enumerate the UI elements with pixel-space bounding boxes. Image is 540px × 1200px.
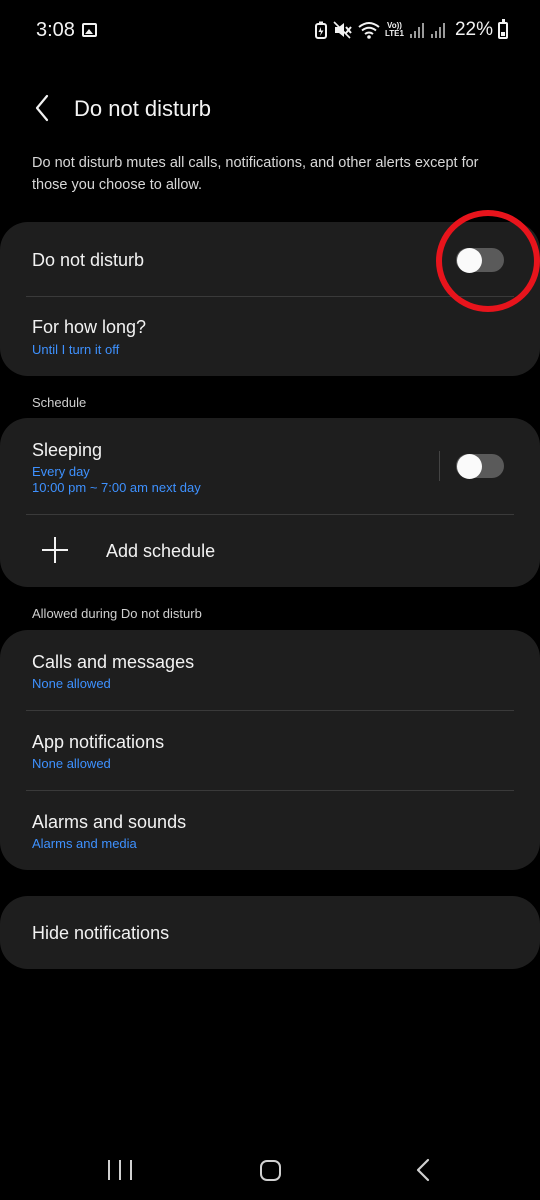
alarms-sounds-value: Alarms and media xyxy=(32,836,137,851)
calls-messages-value: None allowed xyxy=(32,676,111,691)
chevron-left-icon xyxy=(35,94,49,122)
recents-button[interactable] xyxy=(108,1160,132,1180)
description-text: Do not disturb mutes all calls, notifica… xyxy=(32,155,479,193)
dnd-toggle[interactable] xyxy=(456,247,504,273)
schedule-section-label: Schedule xyxy=(32,395,87,410)
signal-icon xyxy=(430,23,445,38)
calls-messages-label: Calls and messages xyxy=(32,652,195,672)
recents-icon xyxy=(108,1160,110,1180)
app-notifications-label: App notifications xyxy=(32,732,165,752)
hide-notifications-card[interactable]: Hide notifications xyxy=(0,896,540,969)
add-schedule-button[interactable]: Add schedule xyxy=(0,515,540,587)
volte-icon: Vo)) LTE1 xyxy=(385,21,404,38)
page-title: Do not disturb xyxy=(74,96,211,121)
alarms-sounds-row[interactable]: Alarms and sounds Alarms and media xyxy=(0,791,540,870)
sleeping-time: 10:00 pm ~ 7:00 am next day xyxy=(32,480,201,495)
calls-messages-row[interactable]: Calls and messages None allowed xyxy=(0,630,540,710)
schedule-card: Sleeping Every day 10:00 pm ~ 7:00 am ne… xyxy=(0,418,540,587)
dnd-toggle-row[interactable]: Do not disturb xyxy=(0,222,540,296)
hide-notifications-label: Hide notifications xyxy=(32,923,170,943)
mute-icon xyxy=(333,21,352,39)
navigation-bar xyxy=(0,1140,540,1200)
battery-icon xyxy=(498,18,508,39)
sleeping-label: Sleeping xyxy=(32,440,103,460)
sleeping-toggle-knob xyxy=(457,453,482,479)
nav-back-button[interactable] xyxy=(414,1158,432,1182)
sleeping-days: Every day xyxy=(32,464,90,479)
app-notifications-value: None allowed xyxy=(32,756,111,771)
app-header: Do not disturb xyxy=(0,82,540,134)
dnd-card: Do not disturb For how long? Until I tur… xyxy=(0,222,540,376)
duration-label: For how long? xyxy=(32,317,147,337)
plus-icon xyxy=(42,537,68,563)
app-notifications-row[interactable]: App notifications None allowed xyxy=(0,711,540,790)
home-button[interactable] xyxy=(260,1160,281,1181)
signal-icon xyxy=(409,23,424,38)
alarms-sounds-label: Alarms and sounds xyxy=(32,812,187,832)
vertical-separator xyxy=(439,451,440,481)
allowed-section-label: Allowed during Do not disturb xyxy=(32,606,202,621)
add-schedule-label: Add schedule xyxy=(106,541,216,561)
status-bar: 3:08 Vo)) LTE1 22% xyxy=(0,0,540,62)
gallery-icon xyxy=(82,23,97,37)
wifi-icon xyxy=(358,22,380,39)
back-button[interactable] xyxy=(28,90,56,126)
sleeping-row[interactable]: Sleeping Every day 10:00 pm ~ 7:00 am ne… xyxy=(0,418,540,514)
status-time: 3:08 xyxy=(36,19,75,41)
dnd-toggle-knob xyxy=(457,247,482,273)
sleeping-toggle[interactable] xyxy=(456,453,504,479)
battery-percent: 22% xyxy=(454,19,493,40)
dnd-label: Do not disturb xyxy=(32,250,145,270)
duration-value: Until I turn it off xyxy=(32,342,120,357)
status-icons: Vo)) LTE1 22% xyxy=(314,18,508,42)
duration-row[interactable]: For how long? Until I turn it off xyxy=(0,297,540,376)
allowed-card: Calls and messages None allowed App noti… xyxy=(0,630,540,870)
battery-saver-icon xyxy=(315,21,327,39)
